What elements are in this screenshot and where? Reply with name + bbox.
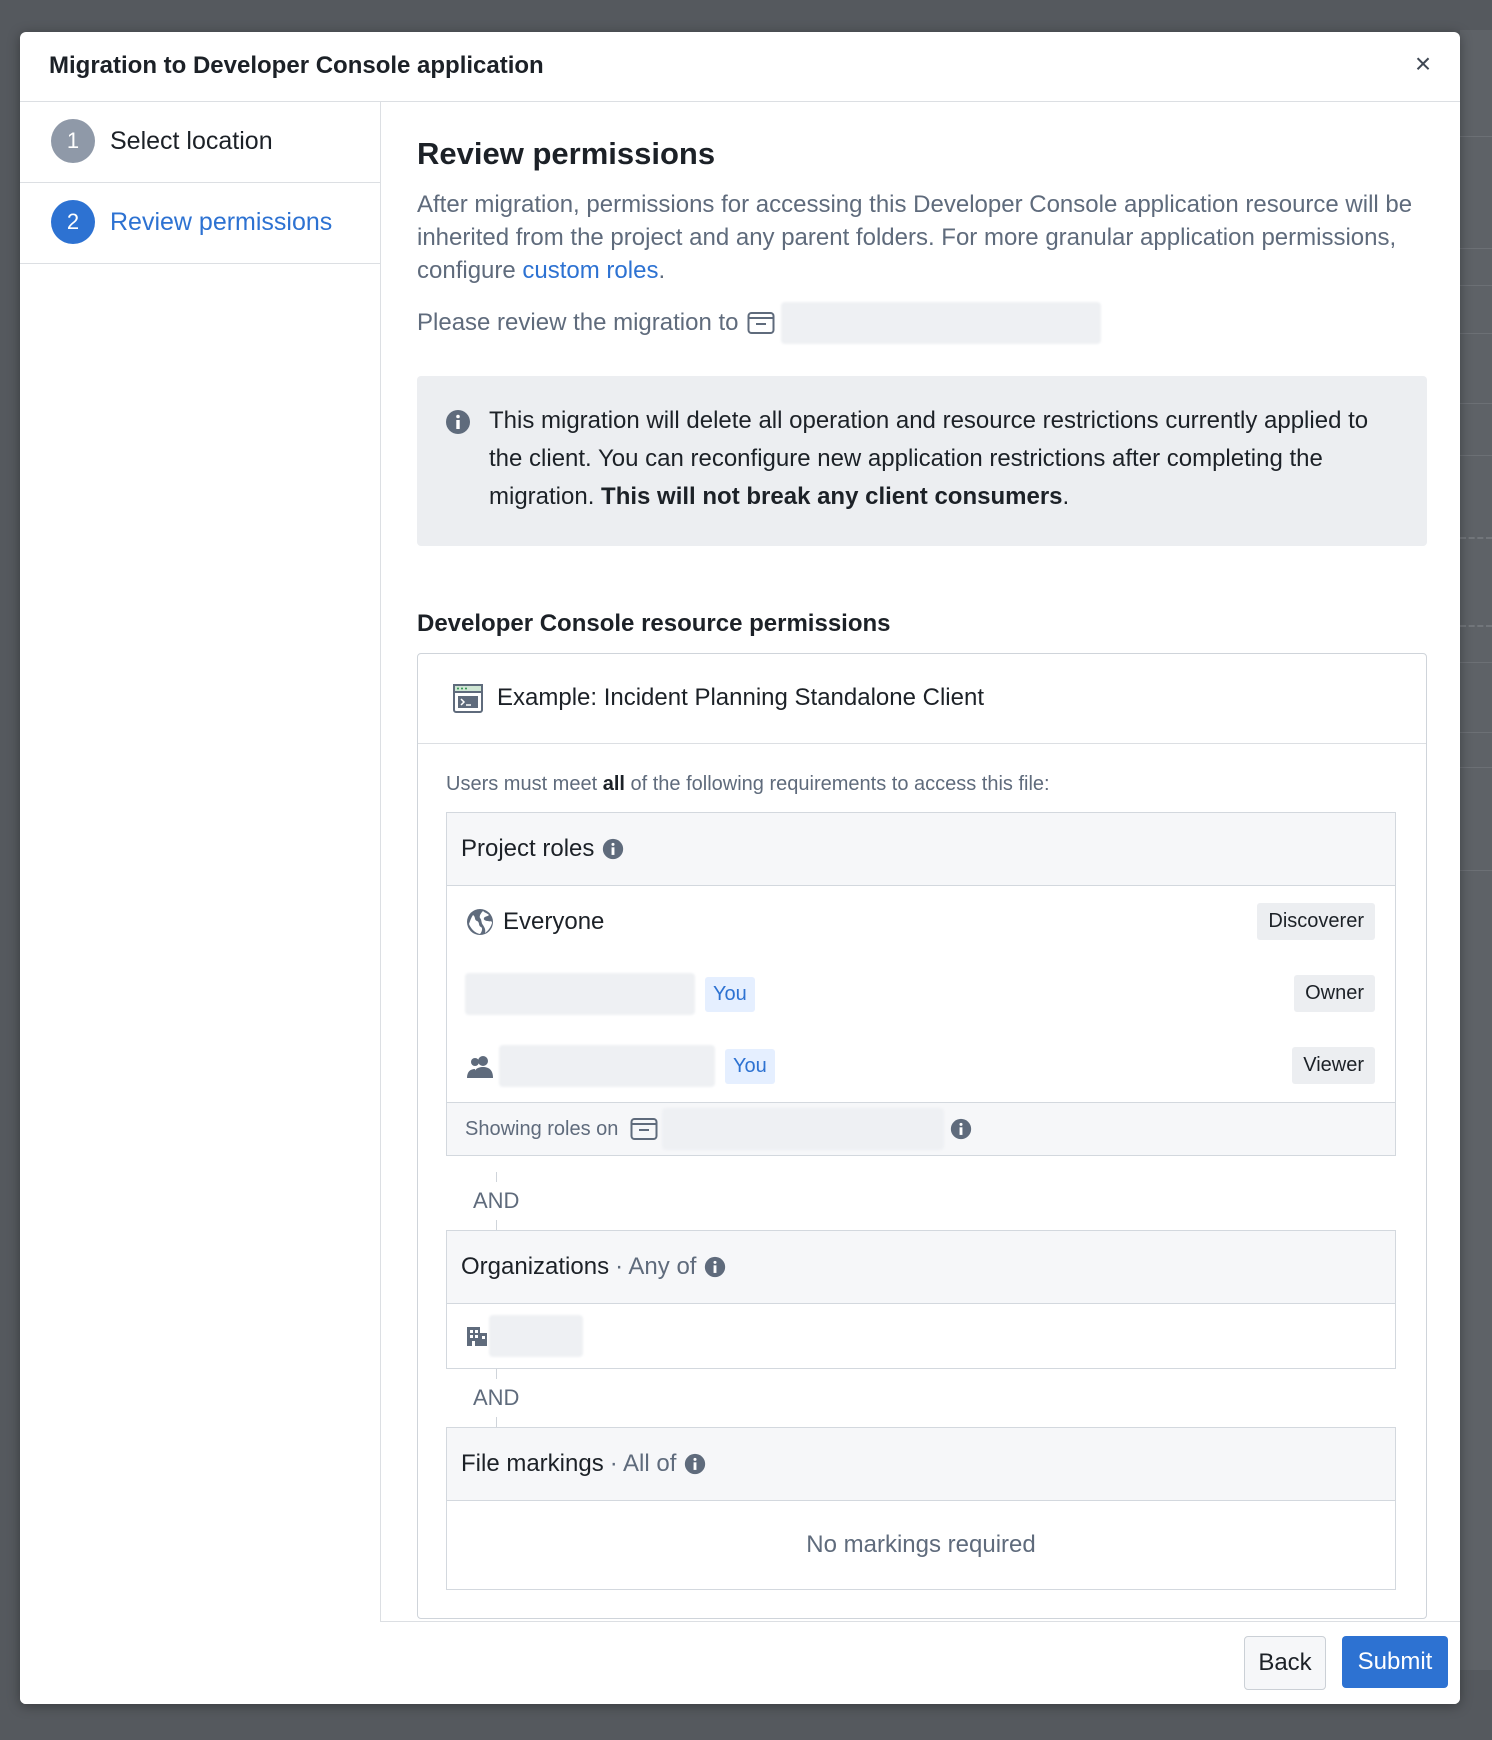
callout-end: .	[1062, 483, 1070, 510]
back-button[interactable]: Back	[1244, 1636, 1326, 1690]
info-icon[interactable]	[684, 1453, 706, 1475]
file-markings-qualifier: · All of	[609, 1450, 677, 1477]
info-icon[interactable]	[602, 838, 624, 860]
step-review-permissions[interactable]: 2 Review permissions	[20, 183, 380, 264]
redacted-organization	[489, 1315, 583, 1357]
callout-emphasis: This will not break any client consumers	[601, 483, 1063, 510]
requirements-prefix: Users must meet	[446, 773, 603, 795]
organizations-header: Organizations · Any of	[447, 1231, 1395, 1304]
submit-button[interactable]: Submit	[1342, 1636, 1448, 1688]
steps-sidebar: 1 Select location 2 Review permissions	[20, 102, 381, 1704]
close-icon[interactable]: ×	[1408, 50, 1438, 80]
dialog-header: Migration to Developer Console applicati…	[20, 32, 1460, 102]
role-badge: Viewer	[1292, 1047, 1375, 1084]
organization-row	[447, 1304, 1395, 1368]
background-divider	[1460, 625, 1492, 627]
page-title: Review permissions	[417, 136, 716, 171]
permissions-card-header: Example: Incident Planning Standalone Cl…	[418, 654, 1426, 744]
role-row-user: You Owner	[447, 958, 1395, 1030]
background-divider	[1460, 767, 1492, 768]
info-icon[interactable]	[950, 1118, 972, 1140]
showing-roles-on: Showing roles on	[447, 1102, 1395, 1155]
project-roles-header: Project roles	[447, 813, 1395, 886]
file-markings-header: File markings · All of	[447, 1428, 1395, 1501]
redacted-group-name	[499, 1045, 715, 1087]
organizations-qualifier: · Any of	[615, 1253, 697, 1280]
role-row-group: You Viewer	[447, 1030, 1395, 1102]
step-select-location[interactable]: 1 Select location	[20, 102, 380, 183]
info-icon	[445, 409, 471, 440]
background-divider	[1460, 870, 1492, 871]
permissions-card: Example: Incident Planning Standalone Cl…	[417, 653, 1427, 1619]
and-connector: AND	[446, 1369, 526, 1427]
description-end: .	[658, 257, 666, 284]
step-label: Select location	[110, 127, 273, 155]
role-badge: Discoverer	[1257, 903, 1375, 940]
review-prefix: Please review the migration to	[417, 309, 739, 336]
background-divider	[1460, 403, 1492, 404]
building-icon	[465, 1324, 489, 1348]
redacted-user-name	[465, 973, 695, 1015]
callout-text: This migration will delete all operation…	[489, 402, 1389, 516]
requirements-all: all	[602, 773, 625, 795]
redacted-project-name	[662, 1108, 945, 1150]
principal-name: Everyone	[503, 908, 605, 935]
showing-roles-label: Showing roles on	[465, 1117, 619, 1140]
organizations-title: Organizations	[461, 1253, 610, 1280]
custom-roles-link[interactable]: custom roles	[522, 257, 658, 284]
you-tag: You	[725, 1048, 775, 1084]
requirements-suffix: of the following requirements to access …	[624, 773, 1050, 795]
folder-icon	[624, 1116, 658, 1142]
project-roles-title: Project roles	[461, 835, 595, 862]
redacted-project-name	[780, 302, 1101, 344]
review-target: Please review the migration to	[417, 302, 1101, 344]
folder-icon	[747, 310, 775, 336]
and-label: AND	[473, 1385, 520, 1410]
file-markings-title: File markings	[461, 1450, 604, 1477]
background-divider	[1460, 285, 1492, 286]
file-markings-box: File markings · All of No markings requir…	[446, 1427, 1396, 1590]
step-number: 1	[51, 119, 95, 163]
background-divider	[1460, 136, 1492, 137]
background-divider	[1460, 333, 1492, 334]
project-roles-box: Project roles Everyone Discoverer You Ow…	[446, 812, 1396, 1156]
background-divider	[1460, 248, 1492, 249]
application-name: Example: Incident Planning Standalone Cl…	[497, 684, 984, 711]
role-row-everyone: Everyone Discoverer	[447, 886, 1395, 958]
background-divider	[1460, 537, 1492, 539]
step-number: 2	[51, 200, 95, 244]
background-app	[1460, 30, 1492, 1670]
info-callout: This migration will delete all operation…	[417, 376, 1427, 546]
info-icon[interactable]	[704, 1256, 726, 1278]
organizations-box: Organizations · Any of	[446, 1230, 1396, 1369]
dialog-title: Migration to Developer Console applicati…	[49, 52, 544, 79]
step-label: Review permissions	[110, 208, 333, 236]
dialog-footer: Back Submit	[380, 1621, 1460, 1704]
description: After migration, permissions for accessi…	[417, 188, 1427, 287]
background-divider	[1460, 732, 1492, 733]
no-markings-message: No markings required	[806, 1531, 1036, 1558]
and-label: AND	[473, 1188, 520, 1213]
background-divider	[1460, 662, 1492, 663]
role-badge: Owner	[1294, 975, 1375, 1012]
background-divider	[1460, 455, 1492, 456]
section-heading: Developer Console resource permissions	[417, 610, 891, 637]
and-connector: AND	[446, 1172, 526, 1230]
requirements-note: Users must meet all of the following req…	[446, 773, 1050, 796]
people-icon	[465, 1053, 495, 1079]
globe-icon	[465, 907, 495, 937]
migration-dialog: Migration to Developer Console applicati…	[20, 32, 1460, 1704]
you-tag: You	[705, 976, 755, 1012]
application-icon	[453, 684, 483, 719]
